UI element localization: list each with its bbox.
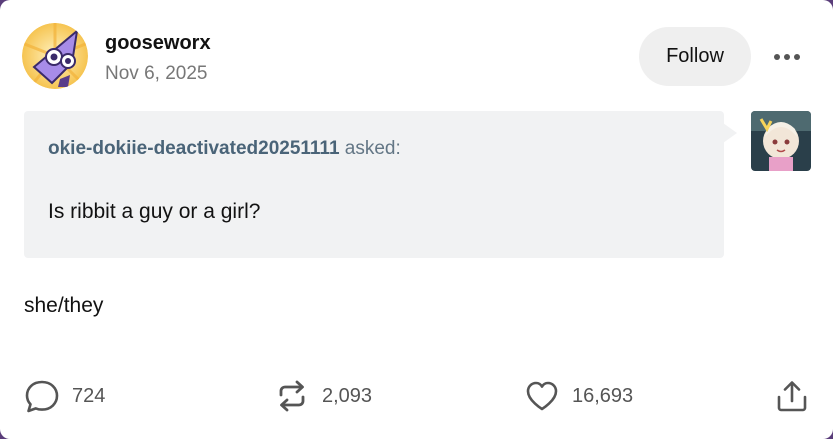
like-button[interactable]: 16,693: [524, 374, 633, 418]
comment-icon: [24, 378, 60, 414]
blog-name[interactable]: gooseworx: [105, 32, 211, 55]
asker-line: okie-dokiie-deactivated20251111 asked:: [48, 138, 401, 160]
replies-count: 724: [72, 384, 106, 407]
answer-text: she/they: [24, 294, 104, 317]
post-card: gooseworx Nov 6, 2025 Follow okie-dokiie…: [0, 0, 833, 439]
more-icon: [774, 54, 780, 60]
reblog-button[interactable]: 2,093: [274, 374, 372, 418]
post-date[interactable]: Nov 6, 2025: [105, 63, 207, 85]
ask-box: okie-dokiie-deactivated20251111 asked: I…: [24, 111, 737, 258]
likes-count: 16,693: [572, 384, 634, 407]
reblog-icon: [274, 378, 310, 414]
blog-avatar[interactable]: [22, 23, 88, 89]
replies-button[interactable]: 724: [24, 374, 105, 418]
reblogs-count: 2,093: [322, 384, 373, 407]
heart-icon: [524, 378, 560, 414]
ask-question: Is ribbit a guy or a girl?: [48, 200, 261, 223]
asker-name[interactable]: okie-dokiie-deactivated20251111: [48, 138, 340, 159]
asked-label: asked:: [344, 138, 401, 159]
asker-avatar[interactable]: [751, 111, 811, 171]
share-icon: [774, 378, 810, 414]
more-options-button[interactable]: [766, 40, 808, 74]
follow-button[interactable]: Follow: [639, 27, 751, 86]
share-button[interactable]: [774, 374, 810, 418]
